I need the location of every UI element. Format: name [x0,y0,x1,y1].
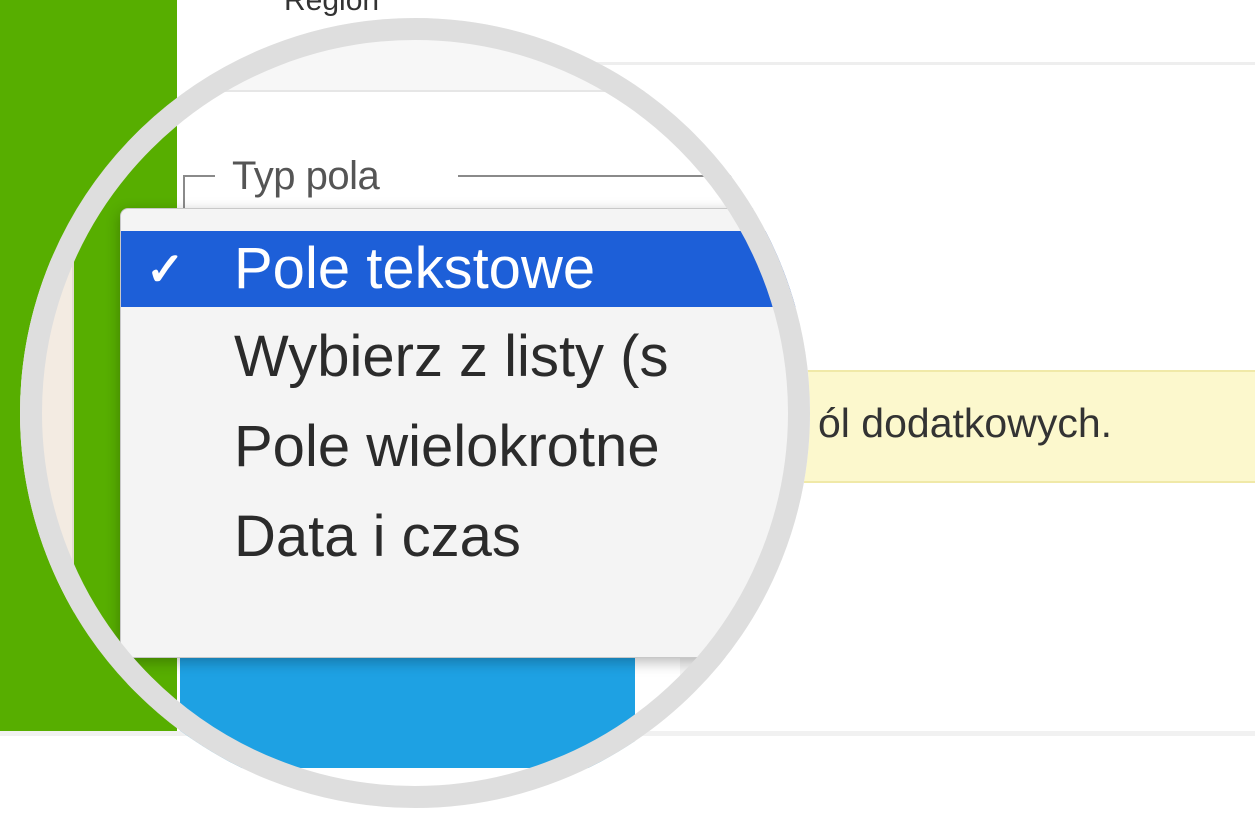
dropdown-option-date-time[interactable]: Data i czas [121,499,810,575]
magnifier-lens: Typ pola ✓ Pole tekstowe Wybierz z listy… [20,18,810,808]
lens-side-strip [20,258,74,698]
info-notice-text: ól dodatkowych. [818,400,1113,446]
checkmark-icon: ✓ [146,243,185,295]
dropdown-option-label: Pole wielokrotne [234,414,660,479]
field-type-legend: Typ pola [232,154,380,198]
region-label: Region [284,0,380,17]
field-type-dropdown[interactable]: ✓ Pole tekstowe Wybierz z listy (s Pole … [120,208,810,658]
lens-header-area [177,18,810,92]
dropdown-option-label: Data i czas [234,504,521,569]
dropdown-option-select-list[interactable]: Wybierz z listy (s [121,319,810,395]
dropdown-option-multi-field[interactable]: Pole wielokrotne [121,409,810,485]
dropdown-option-label: Wybierz z listy (s [234,324,669,389]
fieldset-border-line [458,175,810,177]
dropdown-option-text-field[interactable]: ✓ Pole tekstowe [121,231,810,307]
dropdown-option-label: Pole tekstowe [234,236,596,301]
